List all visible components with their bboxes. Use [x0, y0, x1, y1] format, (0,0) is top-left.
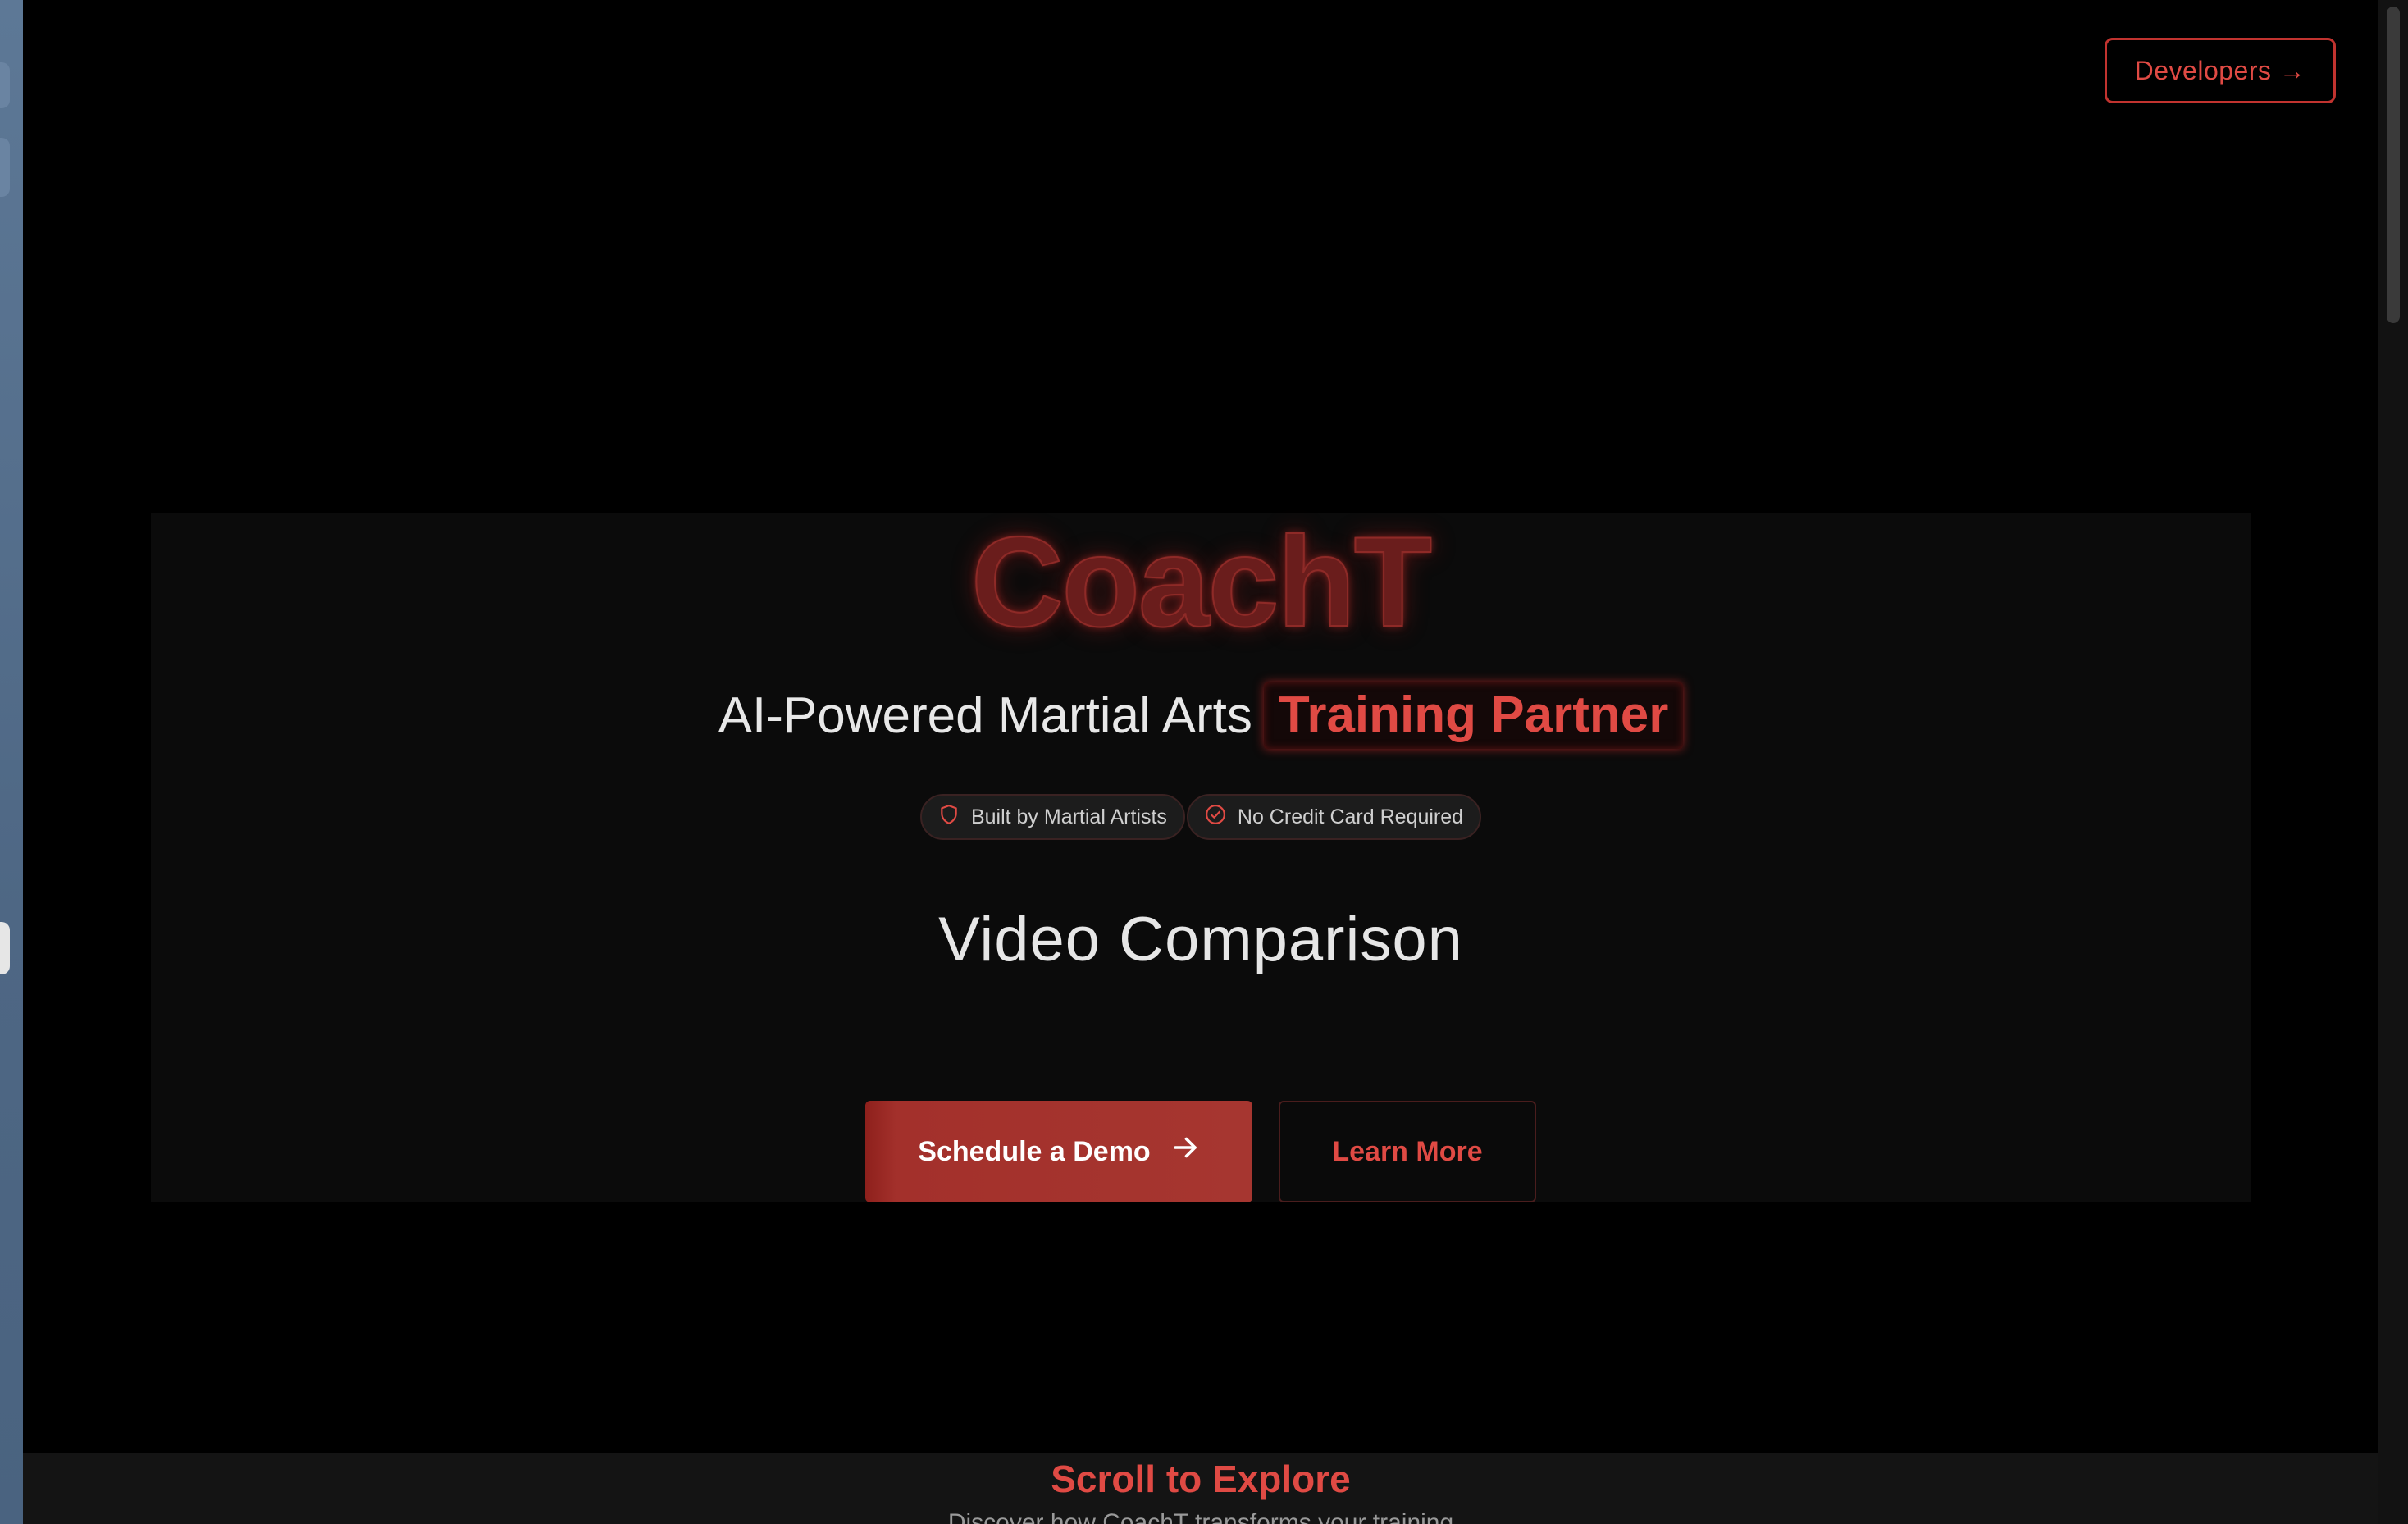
arrow-right-icon	[1170, 1133, 1200, 1170]
trust-badges: Built by Martial Artists No Credit Card …	[151, 794, 2251, 840]
desktop-dock-edge	[0, 62, 10, 108]
schedule-demo-button[interactable]: Schedule a Demo	[865, 1101, 1252, 1202]
tagline-main: AI-Powered Martial Arts	[718, 687, 1252, 744]
logo: CoachT	[970, 511, 1433, 654]
tagline-highlight: Training Partner	[1263, 682, 1684, 749]
scrollbar-thumb[interactable]	[2387, 7, 2400, 323]
learn-more-button[interactable]: Learn More	[1279, 1101, 1536, 1202]
badge-label: Built by Martial Artists	[970, 805, 1167, 828]
check-circle-icon	[1205, 804, 1226, 831]
hero-section: CoachT AI-Powered Martial Arts Training …	[151, 513, 2251, 1202]
desktop-dock-edge	[0, 138, 10, 197]
desktop-background	[0, 0, 23, 1524]
scrollbar[interactable]	[2378, 0, 2408, 1524]
browser-window: Developers → CoachT AI-Powered Martial A…	[23, 0, 2408, 1524]
badge-no-credit-card: No Credit Card Required	[1186, 794, 1482, 840]
badge-built-by-martial-artists: Built by Martial Artists	[919, 794, 1185, 840]
tagline: AI-Powered Martial Arts Training Partner	[151, 682, 2251, 749]
shield-icon	[938, 804, 960, 831]
section-title: Video Comparison	[938, 905, 1463, 974]
developers-button[interactable]: Developers →	[2105, 38, 2336, 103]
cta-row: Schedule a Demo Learn More	[151, 1101, 2251, 1202]
scroll-subtitle: Discover how CoachT transforms your trai…	[947, 1509, 1454, 1524]
scroll-title: Scroll to Explore	[1051, 1458, 1351, 1500]
scroll-hint-section: Scroll to Explore Discover how CoachT tr…	[23, 1453, 2378, 1524]
desktop-dock-edge	[0, 922, 10, 974]
badge-label: No Credit Card Required	[1237, 805, 1464, 828]
schedule-demo-label: Schedule a Demo	[918, 1135, 1151, 1167]
